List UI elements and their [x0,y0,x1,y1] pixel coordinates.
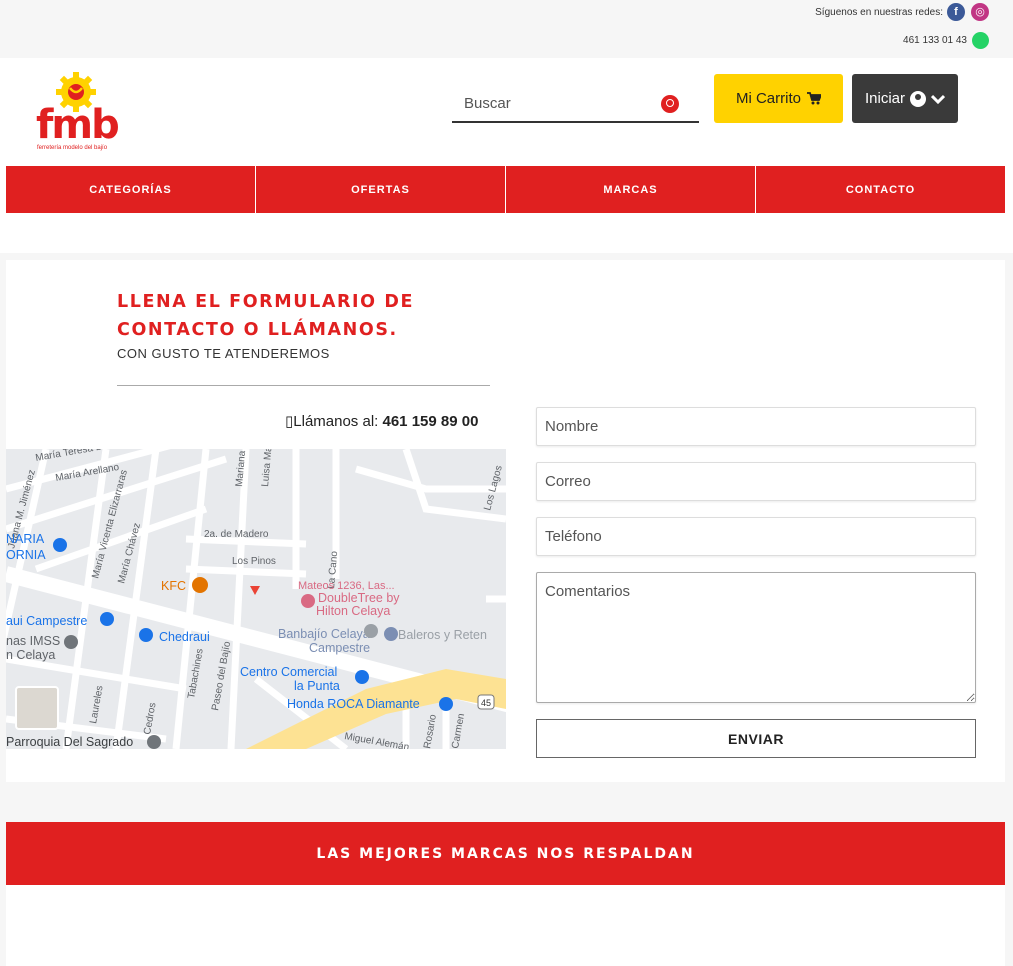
top-phone: 461 133 01 43 [903,35,967,46]
shopping-pin-icon [100,612,114,626]
user-icon [910,90,926,107]
divider [117,385,490,386]
shopping-pin-icon [439,697,453,711]
nav-contacto[interactable]: CONTACTO [756,166,1005,213]
email-field[interactable] [536,462,976,501]
search-box [452,86,699,123]
brands-section [6,885,1005,966]
brands-banner: LAS MEJORES MARCAS NOS RESPALDAN [6,822,1005,885]
map-label: 2a. de Madero [204,529,269,540]
social-text: Síguenos en nuestras redes: [815,7,943,18]
map-label: 45 [481,698,491,708]
cart-icon [807,92,821,105]
cart-label: Mi Carrito [735,90,801,107]
bank-pin-icon [364,624,378,638]
shopping-pin-icon [53,538,67,552]
contact-card: LLENA EL FORMULARIO DE CONTACTO O LLÁMAN… [6,260,1005,782]
comments-field[interactable] [536,572,976,703]
shopping-pin-icon [384,627,398,641]
facebook-icon[interactable]: f [947,3,965,21]
map-label: Chedraui [159,630,210,644]
map-label: Campestre [309,641,370,655]
logo[interactable]: fmb ferretería modelo del bajío [34,72,126,152]
map-label: Baleros y Reten [398,628,487,642]
map-label: n Celaya [6,648,55,662]
map-label: Centro Comercial [240,665,337,679]
shopping-pin-icon [355,670,369,684]
map-label: Los Pinos [232,556,276,567]
chevron-down-icon [931,94,945,104]
nav-marcas[interactable]: MARCAS [506,166,756,213]
whatsapp-icon[interactable] [972,32,989,49]
map-label: ORNIA [6,548,46,562]
hospital-pin-icon [64,635,78,649]
call-label: Llámanos al: [293,413,379,430]
logo-subtext: ferretería modelo del bajío [37,145,108,151]
logo-text: fmb [36,102,120,148]
login-label: Iniciar [864,90,905,107]
map-street-view-button[interactable] [15,686,59,730]
name-field[interactable] [536,407,976,446]
call-number[interactable]: 461 159 89 00 [383,413,479,430]
map-label: Hilton Celaya [316,604,390,618]
search-icon[interactable] [661,95,679,113]
map-label: Parroquia Del Sagrado [6,735,133,749]
contact-title: LLENA EL FORMULARIO DE CONTACTO O LLÁMAN… [117,292,414,340]
call-line: ▯Llámanos al: 461 159 89 00 [285,412,478,430]
map-label: DoubleTree by [318,591,400,605]
cart-button[interactable]: Mi Carrito [714,74,843,123]
search-input[interactable] [452,86,652,120]
church-pin-icon [147,735,161,749]
login-button[interactable]: Iniciar [852,74,958,123]
top-bar: Síguenos en nuestras redes: f ◎ 461 133 … [0,0,1013,58]
main-nav: CATEGORÍAS OFERTAS MARCAS CONTACTO [6,166,1005,213]
map[interactable]: María Teresa Bara María Arellano Juana M… [6,449,506,749]
map-label: la Punta [294,679,340,693]
nav-ofertas[interactable]: OFERTAS [256,166,506,213]
hotel-pin-icon [301,594,315,608]
contact-subtitle: CON GUSTO TE ATENDEREMOS [117,346,330,361]
map-label: NARIA [6,532,45,546]
nav-categorias[interactable]: CATEGORÍAS [6,166,256,213]
header: fmb ferretería modelo del bajío Mi Carri… [0,58,1013,253]
map-label: Honda ROCA Diamante [287,697,420,711]
instagram-icon[interactable]: ◎ [971,3,989,21]
phone-field[interactable] [536,517,976,556]
map-label: nas IMSS [6,634,60,648]
map-label: Banbajío Celaya [278,627,370,641]
shopping-pin-icon [139,628,153,642]
submit-button[interactable]: ENVIAR [536,719,976,758]
map-label: aui Campestre [6,614,87,628]
map-label: KFC [161,579,186,593]
restaurant-pin-icon [192,577,208,593]
